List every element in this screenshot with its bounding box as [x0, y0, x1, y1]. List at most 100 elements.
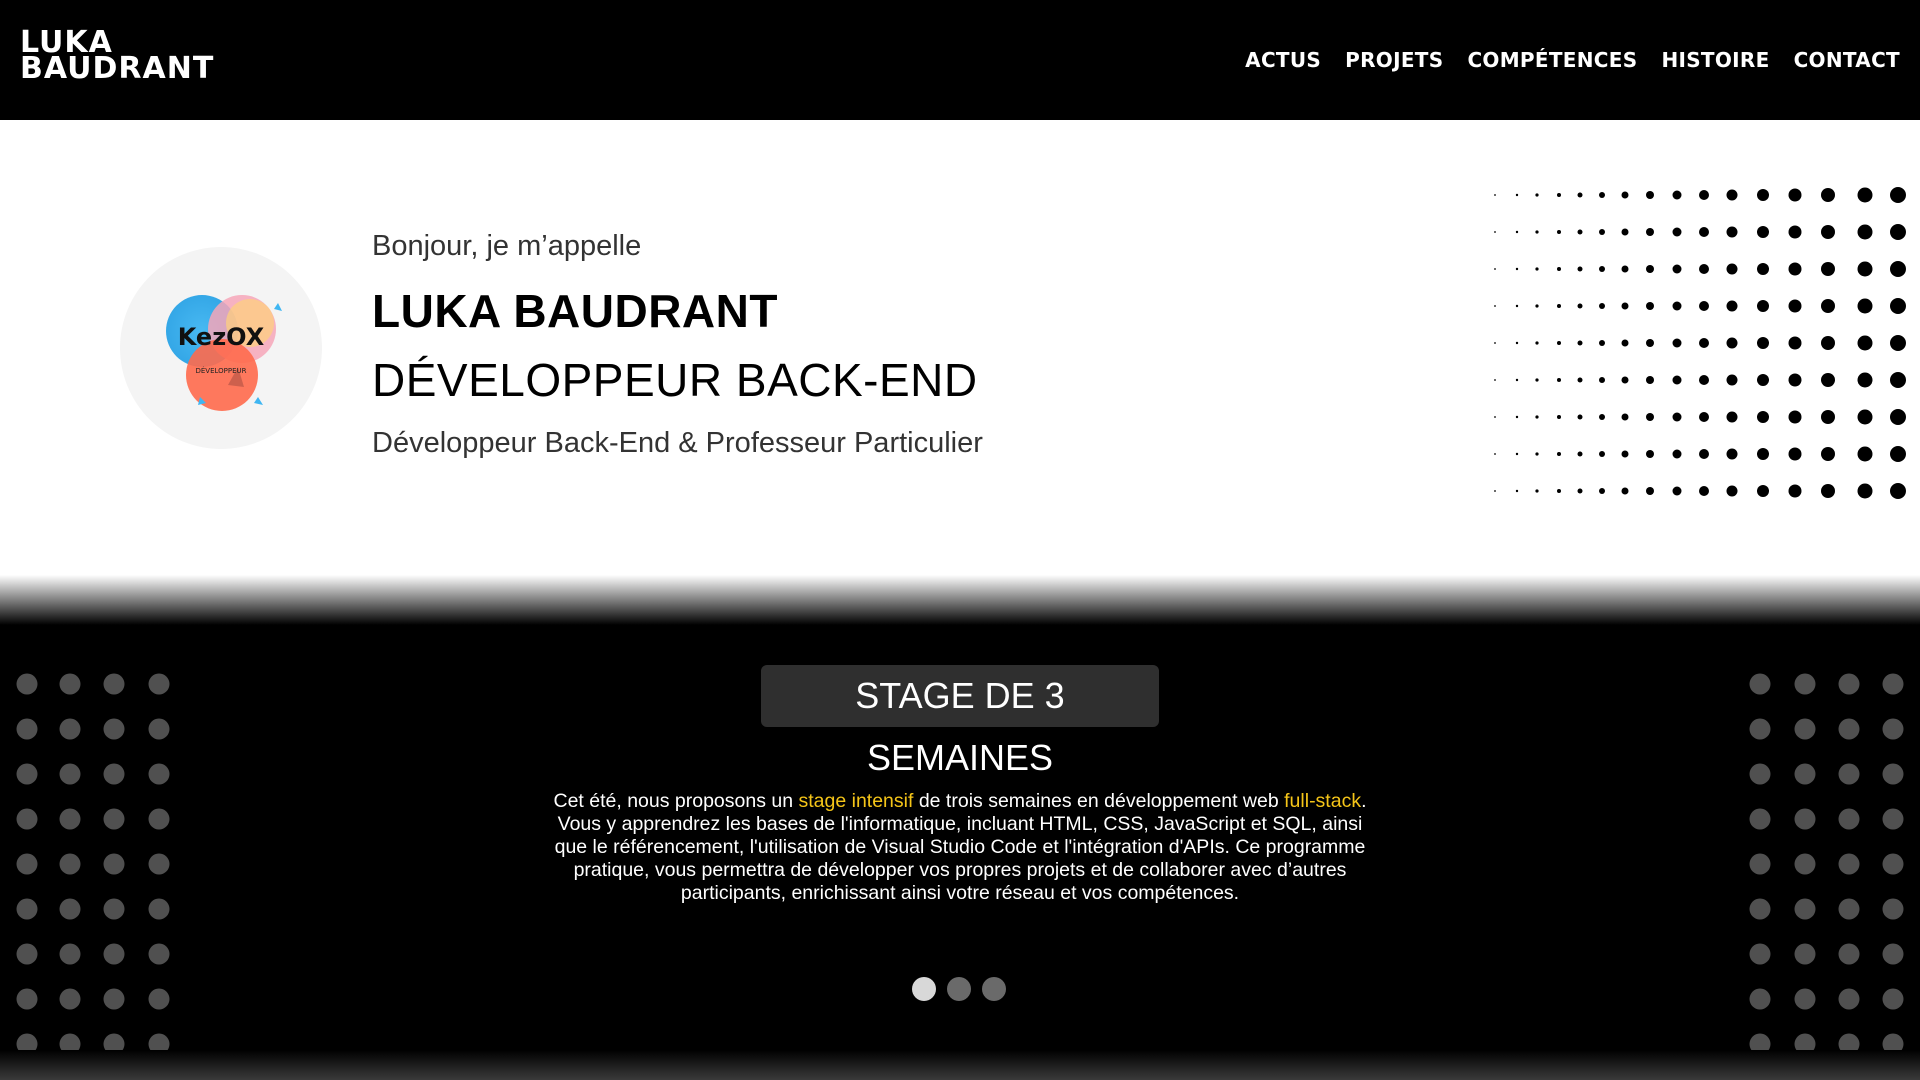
decorative-dot — [1882, 943, 1904, 965]
decorative-dot — [1646, 228, 1654, 236]
avatar-logo-icon: KezOX DÉVELOPPEUR — [166, 295, 282, 411]
decorative-dot — [148, 718, 170, 740]
hero-section: KezOX DÉVELOPPEUR Bonjour, je m’appelle … — [0, 120, 1920, 575]
decorative-dot — [1535, 304, 1539, 308]
decorative-dot — [148, 898, 170, 920]
decorative-dot — [1749, 1033, 1771, 1050]
decorative-dot — [1857, 483, 1873, 499]
carousel-dot-3[interactable] — [982, 977, 1006, 1001]
decorative-dot — [1672, 412, 1682, 422]
decorative-dot — [1857, 298, 1873, 314]
nav-link-contact[interactable]: CONTACT — [1794, 48, 1900, 72]
decorative-dot — [1857, 409, 1873, 425]
decorative-dot — [1838, 1033, 1860, 1050]
slide-highlight-2: full-stack — [1284, 790, 1362, 812]
decorative-dot — [1821, 225, 1835, 239]
decorative-dot — [103, 898, 125, 920]
decorative-dot — [1535, 489, 1539, 493]
decorative-dot — [1672, 301, 1682, 311]
decorative-dot — [1757, 337, 1769, 349]
decorative-dot — [1599, 303, 1605, 309]
slide-description: Cet été, nous proposons un stage intensi… — [540, 790, 1380, 905]
decorative-dot — [1621, 339, 1629, 347]
decorative-dot — [1621, 302, 1629, 310]
decorative-dot — [1646, 191, 1654, 199]
decorative-dot — [1557, 415, 1561, 419]
decorative-dot — [148, 853, 170, 875]
decorative-dot — [1557, 489, 1561, 493]
decorative-dot — [1515, 489, 1519, 493]
decorative-dot — [1794, 943, 1816, 965]
decorative-dot — [16, 1033, 38, 1050]
decorative-dot — [103, 808, 125, 830]
slide-text-part-2: de trois semaines en développement web — [913, 790, 1285, 812]
decorative-dot — [148, 943, 170, 965]
nav-link-actus[interactable]: ACTUS — [1245, 48, 1321, 72]
slide-text-part-1: Cet été, nous proposons un — [553, 790, 799, 812]
decorative-dot — [1557, 452, 1561, 456]
decorative-dot — [1699, 449, 1709, 459]
decorative-dot — [1857, 446, 1873, 462]
decorative-dot — [1757, 300, 1769, 312]
decorative-dot — [1557, 304, 1561, 308]
decorative-dot — [1699, 486, 1709, 496]
decorative-dot — [59, 763, 81, 785]
decorative-dot — [1882, 898, 1904, 920]
site-logo[interactable]: LUKA BAUDRANT — [20, 28, 220, 90]
decorative-dot — [1726, 300, 1738, 312]
decorative-dot — [1749, 853, 1771, 875]
decorative-dot — [1515, 341, 1519, 345]
decorative-dot — [1599, 266, 1605, 272]
decorative-dot — [1757, 411, 1769, 423]
decorative-dot — [1577, 192, 1583, 198]
decorative-dot — [16, 988, 38, 1010]
decorative-dot — [1599, 340, 1605, 346]
decorative-dot — [1672, 338, 1682, 348]
decorative-dot — [1577, 377, 1583, 383]
nav-link-competences[interactable]: COMPÉTENCES — [1467, 48, 1637, 72]
decorative-dot — [1621, 191, 1629, 199]
main-nav: ACTUS PROJETS COMPÉTENCES HISTOIRE CONTA… — [1245, 44, 1900, 76]
decorative-dot — [59, 1033, 81, 1050]
decorative-dot — [1577, 488, 1583, 494]
decorative-dot — [1557, 230, 1561, 234]
decorative-dot — [1557, 341, 1561, 345]
decorative-dot — [1794, 763, 1816, 785]
decorative-dot — [1515, 378, 1519, 382]
decorative-dot — [1515, 304, 1519, 308]
decorative-dot — [1494, 416, 1496, 418]
carousel-dot-2[interactable] — [947, 977, 971, 1001]
section-fade-divider — [0, 575, 1920, 625]
decorative-dot — [1882, 808, 1904, 830]
nav-link-projets[interactable]: PROJETS — [1345, 48, 1443, 72]
decorative-dot — [16, 898, 38, 920]
decorative-dot — [1882, 1033, 1904, 1050]
decorative-dot — [1726, 448, 1738, 460]
decorative-dot — [1494, 453, 1496, 455]
decorative-dot — [1599, 229, 1605, 235]
decorative-dot — [1557, 193, 1561, 197]
decorative-dot — [1535, 341, 1539, 345]
decorative-dot — [1494, 342, 1496, 344]
decorative-dot — [1788, 484, 1802, 498]
decorative-dot — [1890, 446, 1906, 462]
decorative-dot — [1882, 718, 1904, 740]
decorative-dot — [1494, 379, 1496, 381]
decorative-dot — [1794, 673, 1816, 695]
decorative-dot — [1726, 411, 1738, 423]
decorative-dot — [1535, 378, 1539, 382]
nav-link-histoire[interactable]: HISTOIRE — [1661, 48, 1769, 72]
decorative-dot — [1599, 451, 1605, 457]
decorative-dot — [1749, 898, 1771, 920]
carousel-dot-1[interactable] — [912, 977, 936, 1001]
decorative-dot — [1890, 261, 1906, 277]
decorative-dot — [1794, 853, 1816, 875]
decorative-dot — [1515, 230, 1519, 234]
decorative-dot — [148, 673, 170, 695]
decorative-dot — [1882, 853, 1904, 875]
decorative-dot — [1838, 898, 1860, 920]
decorative-dot — [1821, 484, 1835, 498]
decorative-dot — [1599, 488, 1605, 494]
decorative-dot — [1838, 943, 1860, 965]
decorative-dot — [1794, 898, 1816, 920]
